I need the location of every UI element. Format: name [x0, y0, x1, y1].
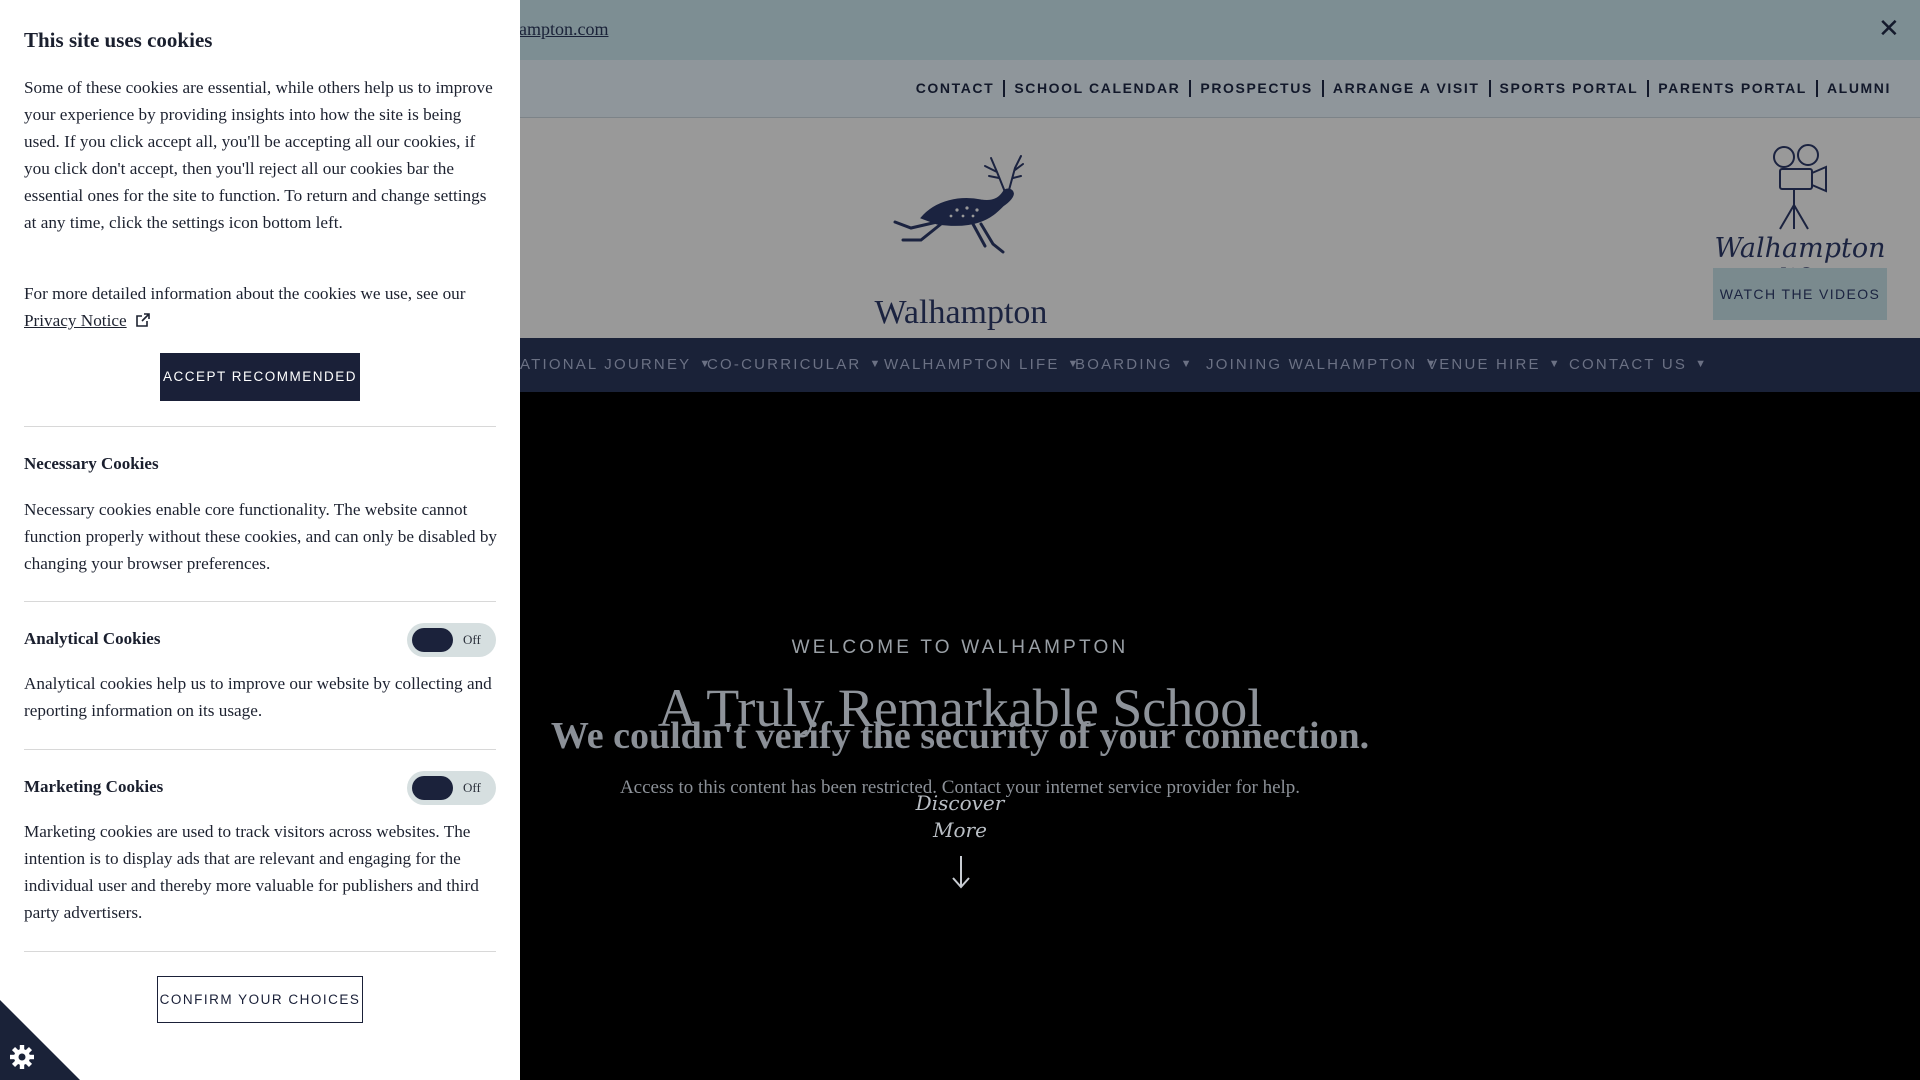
- analytical-cookies-title: Analytical Cookies: [24, 629, 161, 648]
- announcement-email-link[interactable]: ampton.com: [519, 19, 608, 40]
- divider: [24, 601, 496, 602]
- site-logo[interactable]: Walhampton: [866, 148, 1056, 331]
- analytical-cookies-toggle[interactable]: Off: [407, 623, 496, 657]
- cookie-more-info: For more detailed information about the …: [24, 280, 499, 334]
- discover-line-1: Discover: [915, 791, 1005, 815]
- divider: [24, 951, 496, 952]
- cookie-settings-button[interactable]: [0, 1000, 80, 1080]
- nav-joining-walhampton[interactable]: JOINING WALHAMPTON ▼: [1206, 356, 1438, 373]
- accept-recommended-button[interactable]: ACCEPT RECOMMENDED: [160, 353, 360, 401]
- chevron-down-icon: ▼: [869, 358, 883, 370]
- privacy-notice-link[interactable]: Privacy Notice: [24, 311, 127, 330]
- util-link-parents-portal[interactable]: PARENTS PORTAL: [1647, 80, 1816, 97]
- leaping-stag-icon: [893, 155, 1024, 254]
- util-link-alumni[interactable]: ALUMNI: [1815, 80, 1900, 97]
- util-link-school-calendar[interactable]: SCHOOL CALENDAR: [1003, 80, 1189, 97]
- close-icon[interactable]: ✕: [1878, 14, 1900, 44]
- nav-walhampton-life[interactable]: WALHAMPTON LIFE ▼: [884, 356, 1081, 373]
- toggle-state-label: Off: [463, 632, 481, 647]
- discover-more-link[interactable]: Discover More: [910, 790, 1010, 844]
- nav-co-curricular[interactable]: CO-CURRICULAR ▼: [707, 356, 883, 373]
- nav-label: VENUE HIRE: [1427, 356, 1541, 373]
- nav-label: WALHAMPTON LIFE: [884, 356, 1060, 373]
- toggle-knob: [412, 628, 453, 652]
- nav-label: CONTACT US: [1569, 356, 1688, 373]
- marketing-cookies-toggle[interactable]: Off: [407, 771, 496, 805]
- nav-venue-hire[interactable]: VENUE HIRE ▼: [1427, 356, 1562, 373]
- nav-label: ATIONAL JOURNEY: [520, 356, 692, 373]
- toggle-state-label: Off: [463, 780, 481, 795]
- nav-educational-journey[interactable]: ATIONAL JOURNEY ▼: [520, 356, 712, 373]
- necessary-cookies-description: Necessary cookies enable core functional…: [24, 500, 498, 573]
- chevron-down-icon: ▼: [1180, 358, 1194, 370]
- nav-label: BOARDING: [1075, 356, 1173, 373]
- discover-line-2: More: [933, 818, 987, 842]
- necessary-cookies-title: Necessary Cookies: [24, 454, 159, 473]
- nav-label: JOINING WALHAMPTON: [1206, 356, 1418, 373]
- cookie-intro-text: Some of these cookies are essential, whi…: [24, 78, 493, 232]
- cookie-consent-panel: This site uses cookies Some of these coo…: [0, 0, 520, 1080]
- marketing-cookies-description: Marketing cookies are used to track visi…: [24, 822, 479, 922]
- nav-contact-us[interactable]: CONTACT US ▼: [1569, 356, 1708, 373]
- film-camera-icon: [1773, 144, 1827, 230]
- arrow-down-icon[interactable]: [950, 854, 972, 890]
- divider: [24, 749, 496, 750]
- chevron-down-icon: ▼: [1695, 358, 1709, 370]
- util-link-sports-portal[interactable]: SPORTS PORTAL: [1488, 80, 1648, 97]
- chevron-down-icon: ▼: [1548, 358, 1562, 370]
- cookie-panel-title: This site uses cookies: [24, 28, 213, 52]
- confirm-choices-button[interactable]: CONFIRM YOUR CHOICES: [157, 976, 363, 1023]
- cookie-more-info-text: For more detailed information about the …: [24, 284, 466, 303]
- nav-boarding[interactable]: BOARDING ▼: [1075, 356, 1194, 373]
- marketing-cookies-title: Marketing Cookies: [24, 777, 164, 796]
- external-link-icon: [135, 313, 150, 327]
- util-link-prospectus[interactable]: PROSPECTUS: [1189, 80, 1321, 97]
- logo-wordmark: Walhampton: [874, 294, 1048, 331]
- nav-label: CO-CURRICULAR: [707, 356, 862, 373]
- divider: [24, 426, 496, 427]
- util-link-arrange-visit[interactable]: ARRANGE A VISIT: [1321, 80, 1489, 97]
- toggle-knob: [412, 776, 453, 800]
- util-link-contact[interactable]: CONTACT: [907, 80, 1004, 97]
- analytical-cookies-description: Analytical cookies help us to improve ou…: [24, 674, 492, 720]
- gear-icon: [10, 1045, 34, 1069]
- watch-videos-button[interactable]: WATCH THE VIDEOS: [1713, 268, 1887, 320]
